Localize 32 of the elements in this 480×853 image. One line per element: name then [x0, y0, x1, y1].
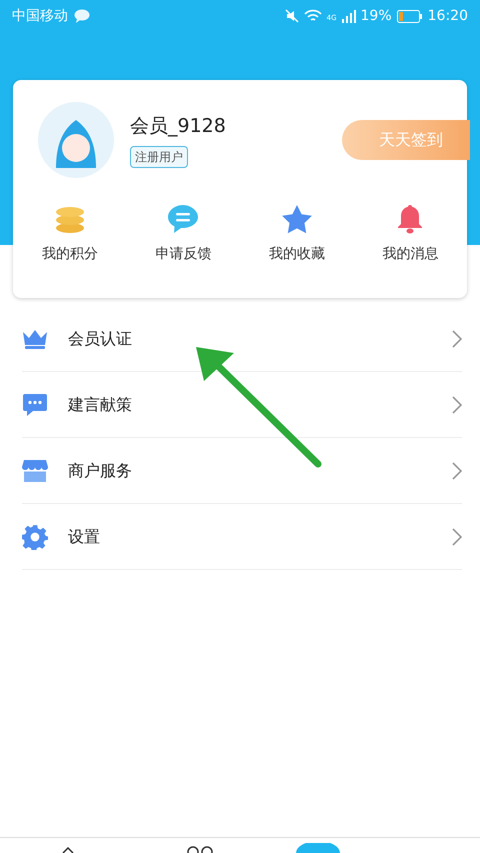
wifi-icon	[304, 9, 322, 23]
chat-bubble-icon	[167, 204, 200, 234]
shortcut-item[interactable]: 我的收藏	[240, 202, 354, 265]
chevron-right-icon	[452, 330, 462, 348]
shortcut-item[interactable]: 申请反馈	[126, 202, 240, 265]
chevron-right-icon	[452, 462, 462, 480]
settings-icon	[22, 524, 48, 550]
menu-item[interactable]: 建言献策	[22, 372, 462, 438]
signal-icon	[342, 9, 356, 23]
menu-item[interactable]: 商户服务	[22, 438, 462, 504]
user-tag: 注册用户	[130, 146, 188, 168]
bell-icon	[397, 204, 424, 234]
shortcut-item[interactable]: 我的消息	[354, 202, 467, 265]
chat-notification-icon	[74, 9, 90, 23]
user-name: 会员_9128	[130, 114, 226, 139]
center-tab-icon	[296, 843, 340, 853]
discover-tab-icon	[186, 845, 214, 853]
chevron-right-icon	[452, 528, 462, 546]
mute-icon	[284, 9, 299, 23]
chevron-right-icon	[452, 396, 462, 414]
clock-time: 16:20	[428, 6, 468, 26]
carrier-name: 中国移动	[12, 6, 68, 26]
message-icon	[22, 392, 48, 416]
menu-item[interactable]: 设置	[22, 504, 462, 570]
home-tab-icon	[62, 847, 74, 853]
star-icon	[280, 204, 313, 234]
battery-percent: 19%	[360, 6, 392, 26]
coin-stack-icon	[54, 206, 85, 234]
shortcut-item[interactable]: 我的积分	[13, 202, 126, 265]
battery-icon	[396, 10, 423, 22]
crown-icon	[22, 328, 48, 348]
shop-icon	[22, 458, 48, 482]
